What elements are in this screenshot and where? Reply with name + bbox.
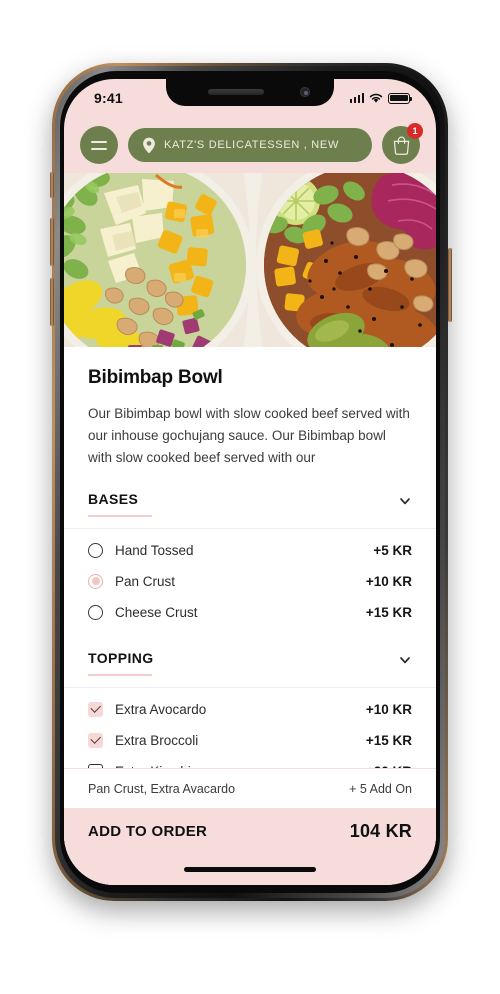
home-indicator-area [64, 854, 436, 885]
order-total: 104 KR [349, 820, 412, 841]
section-header-topping[interactable]: TOPPING [64, 650, 436, 688]
bibimbap-bowls-photo [64, 173, 436, 347]
location-pin-icon [143, 137, 155, 153]
option-label-hand-tossed: Hand Tossed [115, 542, 194, 558]
option-left-hand-tossed: Hand Tossed [88, 542, 373, 558]
section-title-wrap-topping: TOPPING [88, 650, 154, 687]
option-row-cheese-crust[interactable]: Cheese Crust +15 KR [88, 597, 412, 628]
dish-title: Bibimbap Bowl [88, 367, 223, 388]
location-search-bar[interactable]: KATZ'S DELICATESSEN , NEW [128, 128, 372, 162]
battery-full-icon [388, 92, 413, 104]
add-to-order-button[interactable]: ADD TO ORDER 104 KR [64, 808, 436, 855]
summary-selections: Pan Crust, Extra Avacardo [88, 781, 236, 796]
dish-description: Our Bibimbap bowl with slow cooked beef … [88, 406, 410, 465]
option-row-pan-crust[interactable]: Pan Crust +10 KR [88, 566, 412, 597]
volume-down-button[interactable] [50, 278, 54, 326]
silent-switch-button[interactable] [50, 172, 54, 198]
section-title-topping: TOPPING [88, 649, 154, 666]
section-underline-bases [88, 514, 152, 517]
shopping-bag-icon [393, 136, 409, 155]
home-indicator[interactable] [184, 867, 316, 873]
option-price-pan-crust: +10 KR [365, 573, 412, 589]
option-label-pan-crust: Pan Crust [115, 573, 176, 589]
options-scroll-area[interactable]: Bibimbap Bowl Our Bibimbap bowl with slo… [64, 347, 436, 769]
volume-up-button[interactable] [50, 218, 54, 266]
option-row-extra-broccoli[interactable]: Extra Broccoli +15 KR [88, 725, 412, 756]
location-text: KATZ'S DELICATESSEN , NEW [164, 139, 340, 151]
front-camera-icon [300, 87, 310, 97]
option-left-extra-avocardo: Extra Avocardo [88, 701, 366, 717]
radio-icon-pan-crust[interactable] [88, 573, 103, 589]
power-button[interactable] [448, 248, 452, 322]
option-price-hand-tossed: +5 KR [373, 542, 412, 558]
earpiece-speaker-icon [208, 89, 264, 95]
chevron-down-icon[interactable] [398, 653, 412, 667]
option-row-hand-tossed[interactable]: Hand Tossed +5 KR [88, 535, 412, 566]
status-bar-indicators [349, 92, 413, 104]
wifi-icon [369, 93, 383, 103]
app-header: KATZ'S DELICATESSEN , NEW 1 [64, 117, 436, 173]
cart-badge: 1 [407, 123, 423, 139]
dish-detail-sheet: Bibimbap Bowl Our Bibimbap bowl with slo… [64, 347, 436, 885]
checkbox-icon-extra-broccoli[interactable] [88, 732, 103, 748]
options-list-topping: Extra Avocardo +10 KR Extra Broccoli +15… [64, 688, 436, 769]
section-underline-topping [88, 673, 152, 676]
selection-summary-bar: Pan Crust, Extra Avacardo + 5 Add On [64, 768, 436, 809]
status-bar-time: 9:41 [94, 90, 123, 106]
option-label-cheese-crust: Cheese Crust [115, 604, 198, 620]
option-label-extra-broccoli: Extra Broccoli [115, 732, 199, 748]
signal-bars-icon [349, 93, 364, 103]
checkbox-icon-extra-avocardo[interactable] [88, 701, 103, 717]
section-header-bases[interactable]: BASES [64, 491, 436, 529]
section-title-bases: BASES [88, 490, 139, 507]
option-price-extra-avocardo: +10 KR [365, 701, 412, 717]
option-row-extra-avocardo[interactable]: Extra Avocardo +10 KR [88, 694, 412, 725]
phone-notch [166, 79, 334, 106]
option-price-cheese-crust: +15 KR [365, 604, 412, 620]
option-left-pan-crust: Pan Crust [88, 573, 366, 589]
add-to-order-label: ADD TO ORDER [88, 822, 208, 840]
option-left-cheese-crust: Cheese Crust [88, 604, 366, 620]
dish-hero-image [64, 173, 436, 347]
screenshot-stage: 9:41 KATZ'S DELICATESSEN , NEW 1 Bibimba… [0, 0, 500, 994]
phone-screen: 9:41 KATZ'S DELICATESSEN , NEW 1 Bibimba… [64, 79, 436, 885]
chevron-down-icon[interactable] [398, 494, 412, 508]
hamburger-menu-icon [91, 140, 107, 150]
option-label-extra-avocardo: Extra Avocardo [115, 701, 207, 717]
radio-icon-cheese-crust[interactable] [88, 604, 103, 620]
cart-button[interactable]: 1 [382, 123, 423, 164]
option-row-extra-kimchi[interactable]: Extra Kimchi +20 KR [88, 756, 412, 769]
summary-add-on: + 5 Add On [349, 781, 412, 796]
option-price-extra-broccoli: +15 KR [365, 732, 412, 748]
section-title-wrap-bases: BASES [88, 491, 152, 528]
option-left-extra-broccoli: Extra Broccoli [88, 732, 366, 748]
menu-button[interactable] [80, 126, 118, 164]
radio-icon-hand-tossed[interactable] [88, 542, 103, 558]
options-list-bases: Hand Tossed +5 KR Pan Crust +10 KR Chees… [64, 529, 436, 628]
